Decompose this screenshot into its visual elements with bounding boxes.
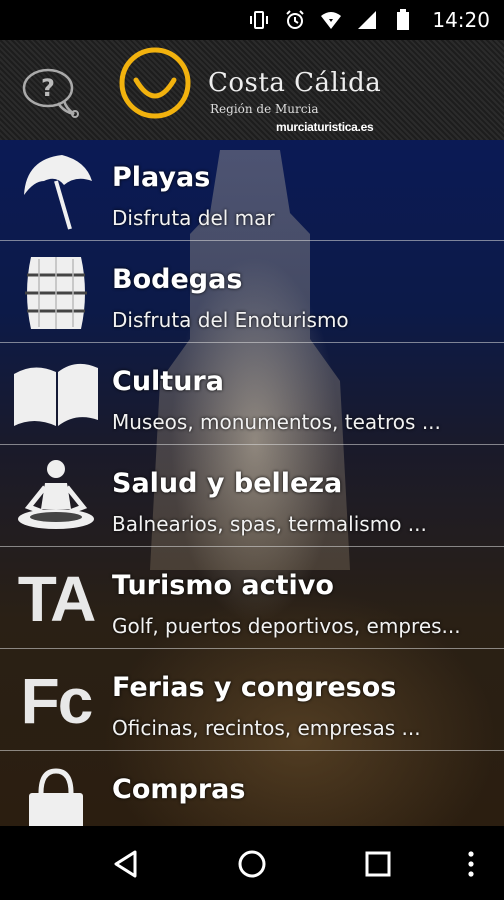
menu-item-subtitle: Museos, monumentos, teatros ... <box>112 410 441 434</box>
menu-item-subtitle: Disfruta del Enoturismo <box>112 308 349 332</box>
vibrate-icon <box>248 9 270 31</box>
menu-item-title: Compras <box>112 774 246 805</box>
menu-item-title: Cultura <box>112 366 224 397</box>
battery-icon <box>392 9 414 31</box>
help-bubble-icon: ? <box>22 68 79 118</box>
home-button[interactable] <box>230 842 274 886</box>
menu-item-subtitle: Golf, puertos deportivos, empres... <box>112 614 461 638</box>
ta-letters-icon: TA <box>17 563 97 635</box>
wifi-icon <box>320 9 342 31</box>
back-icon <box>114 850 137 878</box>
open-book-icon <box>8 352 104 438</box>
wine-barrel-icon <box>8 250 104 336</box>
svg-text:?: ? <box>41 74 55 102</box>
menu-item-title: Salud y belleza <box>112 468 343 499</box>
shopping-bag-icon <box>8 760 104 826</box>
menu-item-playas[interactable]: Playas Disfruta del mar <box>0 140 504 241</box>
menu-item-cultura[interactable]: Cultura Museos, monumentos, teatros ... <box>0 344 504 445</box>
menu-item-salud-y-belleza[interactable]: Salud y belleza Balnearios, spas, termal… <box>0 446 504 547</box>
signal-icon <box>356 9 378 31</box>
menu-item-compras[interactable]: Compras <box>0 752 504 826</box>
menu-item-title: Bodegas <box>112 264 243 295</box>
menu-item-title: Ferias y congresos <box>112 672 397 703</box>
brand-subtitle: Región de Murcia <box>210 102 319 116</box>
recents-button[interactable] <box>356 842 400 886</box>
fc-letters-icon: Fc <box>20 665 94 737</box>
status-time: 14:20 <box>432 8 490 32</box>
brand-title: Costa Cálida <box>208 68 382 98</box>
brand-url[interactable]: murciaturistica.es <box>276 120 374 134</box>
menu-item-turismo-activo[interactable]: TA Turismo activo Golf, puertos deportiv… <box>0 548 504 649</box>
home-icon <box>238 850 266 878</box>
menu-item-subtitle: Oficinas, recintos, empresas ... <box>112 716 421 740</box>
alarm-icon <box>284 9 306 31</box>
more-button[interactable] <box>456 842 486 886</box>
menu-item-title: Turismo activo <box>112 570 334 601</box>
brand-logo <box>118 46 192 120</box>
navigation-bar <box>0 826 504 900</box>
more-icon <box>468 851 474 877</box>
back-button[interactable] <box>104 842 148 886</box>
menu-item-subtitle: Balnearios, spas, termalismo ... <box>112 512 427 536</box>
menu-item-ferias-y-congresos[interactable]: Fc Ferias y congresos Oficinas, recintos… <box>0 650 504 751</box>
menu-list: Playas Disfruta del mar Bodegas Disfruta… <box>0 140 504 826</box>
menu-item-subtitle: Disfruta del mar <box>112 206 275 230</box>
status-bar: 14:20 <box>0 0 504 40</box>
app-header: ? Costa Cálida Región de Murcia murciatu… <box>0 40 504 141</box>
menu-item-title: Playas <box>112 162 211 193</box>
menu-item-bodegas[interactable]: Bodegas Disfruta del Enoturismo <box>0 242 504 343</box>
recents-icon <box>365 851 391 877</box>
meditation-icon <box>8 454 104 540</box>
beach-umbrella-icon <box>8 148 104 234</box>
help-button[interactable]: ? <box>20 66 82 120</box>
